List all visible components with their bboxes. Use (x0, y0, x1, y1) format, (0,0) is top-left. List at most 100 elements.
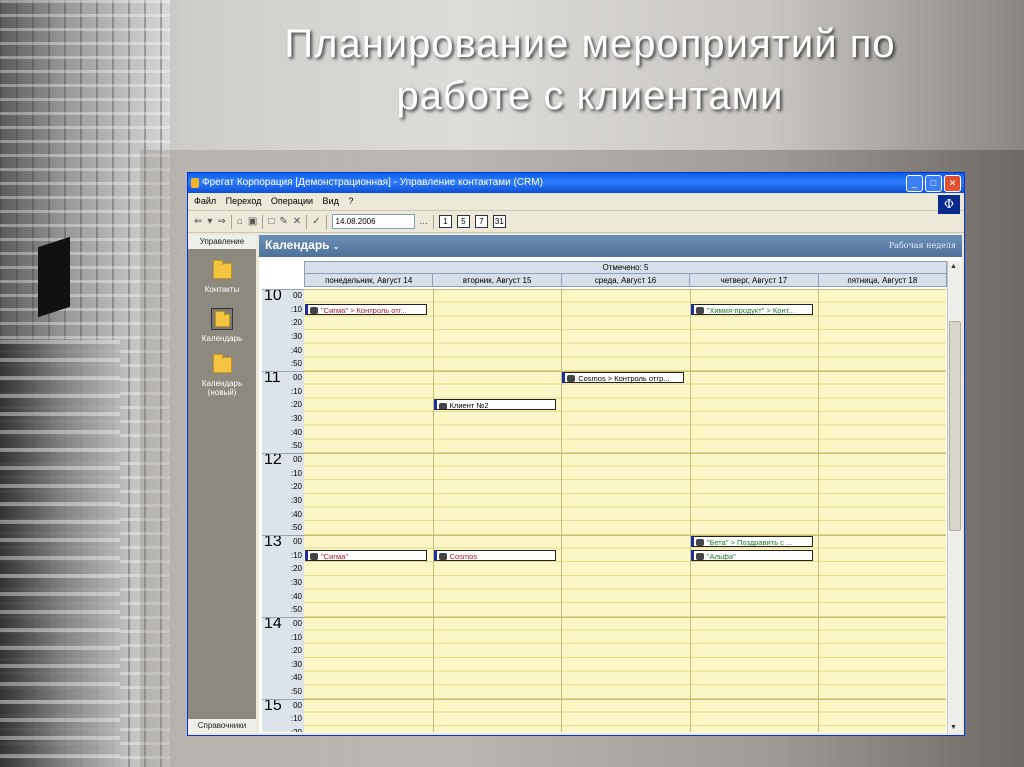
dropdown-icon[interactable]: ▾ (207, 216, 212, 227)
menu-operations[interactable]: Операции (271, 196, 313, 206)
maximize-button[interactable]: □ (925, 175, 942, 192)
minute-label: :20 (290, 400, 302, 410)
menu-view[interactable]: Вид (323, 196, 339, 206)
calendar-grid: 10 00:10:20:30:40:50 11 00:10:20:30:40:50 12… (262, 289, 946, 732)
minute-label: 00 (293, 291, 302, 300)
minute-label: :50 (290, 359, 302, 369)
event-text: Cosmos (449, 551, 478, 561)
minute-label: :30 (290, 413, 302, 423)
new-icon[interactable]: □ (268, 216, 274, 227)
day-header[interactable]: понедельник, Август 14 (304, 274, 434, 287)
calendar-event[interactable]: "Сигма" (305, 549, 427, 561)
minute-label: :40 (290, 509, 302, 519)
forward-icon[interactable]: ⇒ (217, 216, 225, 227)
calendar-title[interactable]: Календарь ⌄ (265, 238, 340, 252)
contact-icon (567, 375, 576, 382)
back-icon[interactable]: ⇐ (194, 216, 202, 227)
sidebar: Управление Контакты Календарь Календарь … (188, 235, 256, 733)
day-header[interactable]: вторник, Август 15 (433, 274, 562, 287)
calendar-panel: Календарь ⌄ Рабочая неделя Отмечено: 5 п… (259, 235, 962, 733)
calendar-event[interactable]: "Химия-продукт" > Конт... (690, 303, 813, 315)
separator (230, 214, 232, 229)
contact-icon (695, 553, 704, 560)
logo-icon: Ф (938, 195, 960, 214)
edit-icon[interactable]: ✎ (279, 216, 287, 227)
chevron-down-icon: ⌄ (332, 242, 340, 251)
close-button[interactable]: ✕ (944, 175, 961, 192)
day-header[interactable]: четверг, Август 17 (690, 274, 819, 287)
hour-divider (262, 698, 304, 700)
calendar-event[interactable]: Cosmos (433, 549, 556, 561)
day-header[interactable]: среда, Август 16 (561, 274, 691, 287)
sidebar-item-contacts[interactable]: Контакты (188, 260, 256, 294)
sidebar-footer[interactable]: Справочники (188, 719, 256, 733)
minute-label: :40 (290, 345, 302, 355)
calendar-event[interactable]: Клиент №2 (433, 399, 556, 411)
calendar-event[interactable]: "Сигма" > Контроль отг... (305, 303, 427, 315)
minute-label: 00 (293, 618, 302, 628)
calendar-event[interactable]: Cosmos > Контроль отгр... (562, 371, 685, 383)
vertical-scrollbar[interactable]: ▲ ▼ (947, 261, 962, 733)
hour-divider (262, 370, 304, 372)
contact-icon (310, 307, 318, 314)
minimize-button[interactable]: _ (906, 175, 923, 192)
hour-divider (304, 452, 946, 454)
day-header[interactable]: пятница, Август 18 (818, 274, 948, 287)
date-picker-button[interactable]: ... (420, 216, 428, 227)
date-input[interactable]: 14.08.2006 (331, 214, 415, 229)
calendar-cells[interactable]: "Сигма" > Контроль отг... "Химия-продукт"… (304, 289, 946, 732)
hour-divider (262, 616, 304, 618)
event-text: Cosmos > Контроль отгр... (578, 373, 670, 383)
view-day-button[interactable]: 1 (438, 215, 452, 228)
calendar-event[interactable]: "Бета" > Поздравить с ... (690, 535, 813, 547)
minute-label: :10 (290, 468, 302, 478)
window-titlebar[interactable]: Фрегат Корпорация [Демонстрационная] - У… (188, 173, 964, 193)
background-building-front (0, 340, 120, 767)
minute-label: :30 (290, 331, 302, 341)
panel-icon[interactable]: ▣ (248, 216, 257, 227)
app-icon (191, 178, 199, 188)
day-divider (561, 289, 563, 732)
calendar-column-header: Отмечено: 5 понедельник, Август 14 вторни… (304, 261, 948, 287)
minute-label: :20 (286, 728, 302, 732)
minute-label: :30 (290, 577, 302, 587)
sidebar-header[interactable]: Управление (188, 235, 256, 249)
sidebar-item-calendar-new[interactable]: Календарь (новый) (188, 354, 256, 397)
home-icon[interactable]: ⌂ (237, 216, 243, 227)
separator (262, 214, 264, 229)
calendar-event[interactable]: "Альфа" (690, 549, 813, 561)
minute-label: :20 (290, 318, 302, 328)
app-window: Фрегат Корпорация [Демонстрационная] - У… (187, 172, 965, 736)
sidebar-item-calendar[interactable]: Календарь (188, 308, 256, 343)
minute-label: :10 (290, 714, 302, 724)
hour-divider (304, 534, 946, 536)
time-ruler: 10 00:10:20:30:40:50 11 00:10:20:30:40:50 12… (262, 289, 304, 732)
menu-navigate[interactable]: Переход (226, 196, 262, 206)
minute-label: :40 (290, 673, 302, 683)
minute-label: :20 (290, 646, 302, 656)
view-workweek-button[interactable]: 5 (456, 215, 470, 228)
scroll-thumb[interactable] (949, 321, 961, 531)
scroll-up-icon[interactable]: ▲ (950, 263, 957, 270)
check-icon[interactable]: ✓ (312, 216, 320, 227)
marked-count: Отмечено: 5 (304, 261, 947, 274)
view-month-button[interactable]: 31 (492, 215, 506, 228)
folder-icon (212, 354, 232, 373)
view-week-button[interactable]: 7 (474, 215, 488, 228)
minute-label: :30 (290, 495, 302, 505)
day-divider (818, 289, 820, 732)
selected-frame (211, 308, 233, 330)
menu-help[interactable]: ? (348, 196, 353, 206)
contact-icon (695, 307, 704, 314)
view-mode-label[interactable]: Рабочая неделя (889, 241, 956, 250)
background-window (38, 236, 70, 318)
menu-bar: Файл Переход Операции Вид ? Ф (188, 193, 964, 214)
minute-label: :30 (290, 659, 302, 669)
contact-icon (438, 402, 447, 410)
folder-icon (214, 311, 230, 327)
scroll-down-icon[interactable]: ▼ (950, 724, 957, 731)
delete-icon[interactable]: ✕ (293, 216, 301, 227)
sidebar-item-label: Календарь (201, 334, 243, 343)
slide-title: Планирование мероприятий по работе с кли… (160, 18, 1020, 122)
menu-file[interactable]: Файл (194, 196, 216, 206)
